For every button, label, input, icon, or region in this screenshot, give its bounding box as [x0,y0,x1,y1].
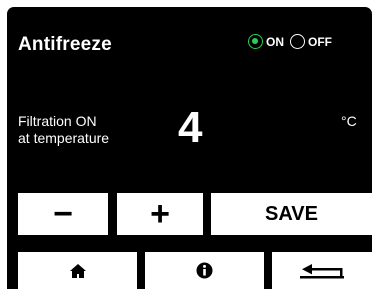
increase-button[interactable]: + [117,193,203,235]
save-button[interactable]: SAVE [211,193,372,235]
mode-toggle: ON OFF [248,34,338,49]
save-label: SAVE [265,202,318,225]
plus-label: + [150,194,170,233]
description-line-1: Filtration ON [18,113,97,129]
info-icon [196,262,213,279]
on-label[interactable]: ON [266,35,284,49]
description-line-2: at temperature [18,130,110,146]
back-arrow-icon [298,262,346,280]
setting-description: Filtration ON at temperature [18,113,109,147]
screen-title: Antifreeze [18,34,112,55]
minus-label: − [53,194,73,233]
on-radio-button[interactable] [248,34,263,49]
temperature-value: 4 [178,103,203,152]
off-radio-button[interactable] [290,34,305,49]
home-button[interactable] [18,252,137,289]
back-button[interactable] [272,252,372,289]
home-icon [69,263,87,279]
thermostat-screen: Antifreeze ON OFF Filtration ON at tempe… [7,7,372,289]
decrease-button[interactable]: − [18,193,108,235]
off-label[interactable]: OFF [308,35,332,49]
info-button[interactable] [145,252,264,289]
temperature-unit: °C [341,113,357,129]
